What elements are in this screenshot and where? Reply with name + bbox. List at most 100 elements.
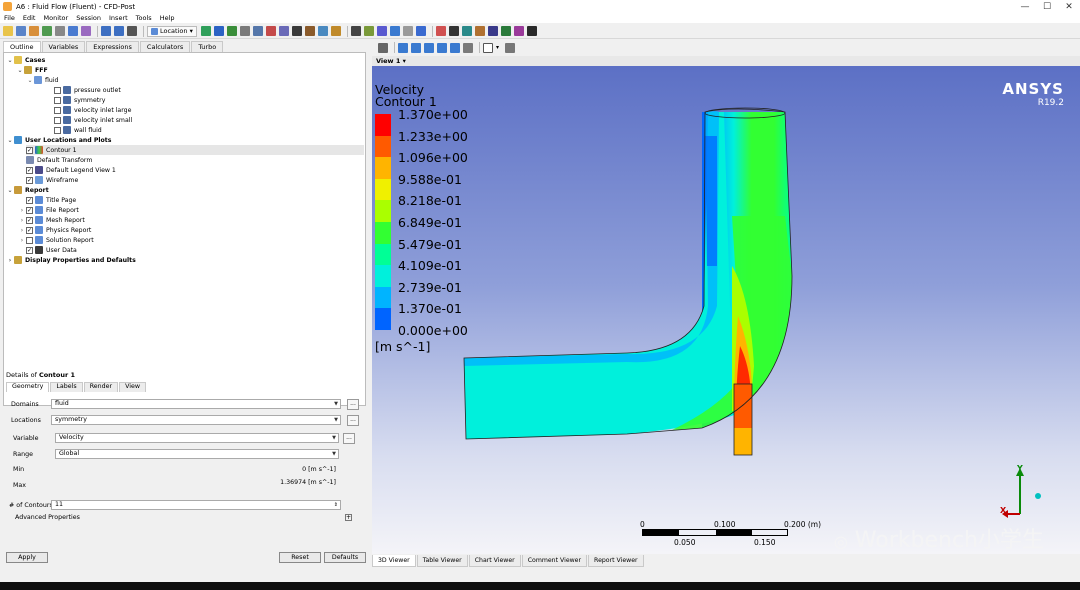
tab-report-viewer[interactable]: Report Viewer bbox=[588, 555, 644, 567]
coordinate-frame-icon[interactable] bbox=[278, 26, 289, 36]
tree-node-display-properties[interactable]: › Display Properties and Defaults bbox=[6, 255, 136, 265]
tab-calculators[interactable]: Calculators bbox=[139, 41, 191, 52]
variable-select[interactable]: Velocity ▼ bbox=[55, 433, 339, 443]
figure-icon[interactable] bbox=[415, 26, 426, 36]
rotate-icon[interactable] bbox=[398, 42, 408, 53]
close-icon[interactable]: ✕ bbox=[1058, 0, 1080, 13]
tree-node-user-locations[interactable]: ⌄ User Locations and Plots bbox=[6, 135, 111, 145]
tab-geometry[interactable]: Geometry bbox=[6, 382, 50, 392]
tab-turbo[interactable]: Turbo bbox=[191, 41, 224, 52]
animation-icon[interactable] bbox=[81, 26, 91, 36]
locations-select[interactable]: symmetry ▼ bbox=[51, 415, 341, 425]
undo-icon[interactable] bbox=[101, 26, 111, 36]
viewport-layout-icon[interactable] bbox=[483, 42, 493, 53]
macro-icon[interactable] bbox=[448, 26, 459, 36]
menu-tools[interactable]: Tools bbox=[136, 14, 152, 22]
redo-icon[interactable] bbox=[114, 26, 124, 36]
tree-node-boundary[interactable]: symmetry bbox=[54, 95, 105, 105]
contours-stepper[interactable]: 11 ⇕ bbox=[51, 500, 341, 510]
tab-view[interactable]: View bbox=[119, 382, 147, 392]
case-comparison-icon[interactable] bbox=[513, 26, 524, 36]
tab-render[interactable]: Render bbox=[83, 382, 119, 392]
advanced-properties-label[interactable]: Advanced Properties bbox=[15, 514, 80, 521]
zoom-box-icon[interactable] bbox=[437, 42, 447, 53]
variable-icon[interactable] bbox=[350, 26, 361, 36]
command-editor-icon[interactable] bbox=[526, 26, 537, 36]
particle-track-icon[interactable] bbox=[239, 26, 250, 36]
expand-icon[interactable]: › bbox=[18, 207, 26, 214]
visibility-checkbox[interactable]: ✓ bbox=[26, 246, 33, 254]
range-select[interactable]: Global ▼ bbox=[55, 449, 339, 459]
tree-node-boundary[interactable]: wall fluid bbox=[54, 125, 102, 135]
save-state-icon[interactable] bbox=[42, 26, 52, 36]
tree-node-boundary[interactable]: velocity inlet large bbox=[54, 105, 131, 115]
tree-node-report[interactable]: ⌄ Report bbox=[6, 185, 49, 195]
domains-select[interactable]: fluid ▼ bbox=[51, 399, 341, 409]
tab-table-viewer[interactable]: Table Viewer bbox=[416, 555, 468, 567]
menu-file[interactable]: File bbox=[4, 14, 15, 22]
expression-icon[interactable] bbox=[363, 26, 374, 36]
vector-icon[interactable] bbox=[200, 26, 211, 36]
tree-node-report-item[interactable]: › ✓ Physics Report bbox=[18, 225, 91, 235]
tab-outline[interactable]: Outline bbox=[3, 41, 41, 52]
visibility-checkbox[interactable]: ✓ bbox=[26, 146, 33, 154]
expand-icon[interactable]: › bbox=[18, 227, 26, 234]
tree-node-fluid[interactable]: ⌄ fluid bbox=[26, 75, 58, 85]
pan-icon[interactable] bbox=[411, 42, 421, 53]
timestep-icon[interactable] bbox=[435, 26, 446, 36]
collapse-icon[interactable]: ⌄ bbox=[6, 187, 14, 194]
tree-node-legend-view[interactable]: ✓ Default Legend View 1 bbox=[26, 165, 116, 175]
tree-node-report-item[interactable]: › Solution Report bbox=[18, 235, 94, 245]
chevron-down-icon[interactable]: ▾ bbox=[496, 44, 499, 51]
instance-transform-icon[interactable] bbox=[304, 26, 315, 36]
sync-views-icon[interactable] bbox=[505, 42, 516, 53]
visibility-checkbox[interactable] bbox=[26, 236, 33, 244]
tree-node-report-item[interactable]: ✓ User Data bbox=[26, 245, 77, 255]
tab-expressions[interactable]: Expressions bbox=[86, 41, 139, 52]
visibility-checkbox[interactable] bbox=[54, 106, 61, 114]
view-tab[interactable]: View 1 ▾ bbox=[372, 56, 1080, 66]
collapse-icon[interactable]: ⌄ bbox=[6, 57, 14, 64]
visibility-checkbox[interactable] bbox=[54, 86, 61, 94]
expand-icon[interactable]: › bbox=[18, 237, 26, 244]
select-icon[interactable] bbox=[378, 42, 388, 53]
tree-node-report-item[interactable]: › ✓ Mesh Report bbox=[18, 215, 85, 225]
tree-node-cases[interactable]: ⌄ Cases bbox=[6, 55, 45, 65]
tab-comment-viewer[interactable]: Comment Viewer bbox=[521, 555, 588, 567]
calculator-icon[interactable] bbox=[461, 26, 472, 36]
menu-monitor[interactable]: Monitor bbox=[43, 14, 68, 22]
location-dropdown[interactable]: Location ▾ bbox=[147, 25, 197, 37]
tree-node-report-item[interactable]: › ✓ File Report bbox=[18, 205, 79, 215]
collapse-icon[interactable]: ⌄ bbox=[16, 67, 24, 74]
text-icon[interactable] bbox=[265, 26, 276, 36]
streamline-icon[interactable] bbox=[226, 26, 237, 36]
viewport-3d[interactable]: Velocity Contour 1 1.370e+00 1.233e+00 1.0… bbox=[372, 66, 1080, 554]
chart-icon[interactable] bbox=[389, 26, 400, 36]
collapse-icon[interactable]: ⌄ bbox=[6, 137, 14, 144]
spinner-icon[interactable]: ⇕ bbox=[334, 501, 338, 509]
menu-help[interactable]: Help bbox=[160, 14, 175, 22]
screenshot-icon[interactable] bbox=[68, 26, 78, 36]
comment-icon[interactable] bbox=[402, 26, 413, 36]
menu-session[interactable]: Session bbox=[76, 14, 101, 22]
tree-node-wireframe[interactable]: ✓ Wireframe bbox=[26, 175, 78, 185]
visibility-checkbox[interactable] bbox=[54, 126, 61, 134]
load-state-icon[interactable] bbox=[29, 26, 39, 36]
tree-node-boundary[interactable]: pressure outlet bbox=[54, 85, 121, 95]
tree-node-fff[interactable]: ⌄ FFF bbox=[16, 65, 48, 75]
open-folder-icon[interactable] bbox=[3, 26, 13, 36]
visibility-checkbox[interactable] bbox=[54, 116, 61, 124]
domains-more-button[interactable]: ... bbox=[347, 399, 359, 410]
visibility-checkbox[interactable]: ✓ bbox=[26, 166, 33, 174]
tab-labels[interactable]: Labels bbox=[50, 382, 83, 392]
fit-view-zoom-icon[interactable] bbox=[463, 42, 473, 53]
print-icon[interactable] bbox=[55, 26, 65, 36]
visibility-checkbox[interactable]: ✓ bbox=[26, 226, 33, 234]
clip-plane-icon[interactable] bbox=[317, 26, 328, 36]
visibility-checkbox[interactable]: ✓ bbox=[26, 176, 33, 184]
tree-node-report-item[interactable]: ✓ Title Page bbox=[26, 195, 76, 205]
locations-more-button[interactable]: ... bbox=[347, 415, 359, 426]
variable-more-button[interactable]: ... bbox=[343, 433, 355, 444]
tree-node-default-transform[interactable]: Default Transform bbox=[26, 155, 92, 165]
table-icon[interactable] bbox=[376, 26, 387, 36]
